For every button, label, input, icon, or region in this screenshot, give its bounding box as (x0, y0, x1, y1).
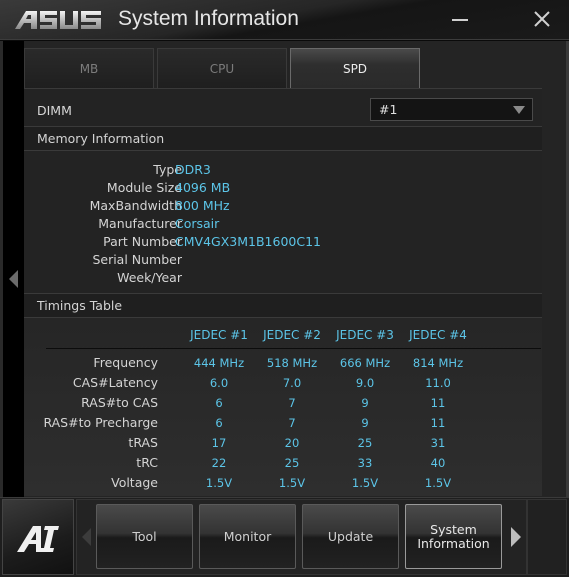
info-key: Module Size (106, 180, 182, 195)
timing-cell: 40 (430, 456, 446, 470)
timing-cell: 25 (357, 436, 373, 450)
timing-cell: 6 (215, 396, 223, 410)
column-header: JEDEC #4 (409, 328, 467, 342)
timing-row-label: Voltage (111, 475, 158, 490)
info-row-module-size: Module Size 4096 MB (24, 180, 542, 198)
info-row-serial-number: Serial Number (24, 252, 542, 270)
dimm-selected-value: #1 (379, 102, 398, 117)
info-row-week-year: Week/Year (24, 270, 542, 288)
timing-cell: 31 (430, 436, 446, 450)
column-header: JEDEC #2 (263, 328, 321, 342)
timing-cell: 9 (361, 416, 369, 430)
asus-logo (15, 11, 101, 29)
memory-information-title: Memory Information (37, 131, 165, 146)
scroll-right-arrow-icon[interactable] (511, 527, 521, 547)
monitor-button[interactable]: Monitor (199, 504, 296, 569)
ai-suite-button[interactable] (2, 499, 74, 575)
timings-table-title: Timings Table (37, 298, 123, 313)
dimm-select[interactable]: #1 (370, 98, 533, 121)
dimm-label: DIMM (37, 103, 72, 118)
timing-cell: 17 (211, 436, 227, 450)
timing-cell: 11 (430, 396, 446, 410)
ai-suite-logo-icon (17, 526, 59, 552)
timing-row-label: RAS#to CAS (81, 395, 158, 410)
info-value: Corsair (175, 216, 220, 231)
timings-table-header: Timings Table (24, 293, 542, 318)
tab-spd[interactable]: SPD (290, 48, 420, 89)
right-panel-box (527, 499, 567, 575)
column-header: JEDEC #1 (190, 328, 248, 342)
tab-cpu[interactable]: CPU (157, 48, 287, 88)
window-title: System Information (118, 7, 299, 30)
timing-cell: 11 (430, 416, 446, 430)
timing-cell: 9 (361, 396, 369, 410)
memory-information-body: Type DDR3 Module Size 4096 MB MaxBandwid… (24, 151, 542, 293)
timing-cell: 7.0 (282, 376, 302, 390)
timing-cell: 518 MHz (266, 356, 318, 370)
system-information-button[interactable]: System Information (405, 504, 502, 569)
tool-button[interactable]: Tool (96, 504, 193, 569)
timing-row-label: RAS#to Precharge (43, 415, 158, 430)
system-information-label: System Information (417, 521, 490, 551)
close-icon (534, 11, 550, 27)
timing-cell: 1.5V (351, 476, 379, 490)
timing-cell: 22 (211, 456, 227, 470)
column-header: JEDEC #3 (336, 328, 394, 342)
minimize-icon (452, 19, 468, 21)
tab-mb[interactable]: MB (24, 48, 154, 88)
timing-cell: 9.0 (355, 376, 375, 390)
info-key: Serial Number (92, 252, 182, 267)
title-bar: System Information (0, 0, 569, 40)
info-value: 4096 MB (175, 180, 231, 195)
timing-cell: 444 MHz (193, 356, 245, 370)
timing-cell: 33 (357, 456, 373, 470)
timing-cell: 1.5V (278, 476, 306, 490)
info-row-type: Type DDR3 (24, 162, 542, 180)
timing-row-label: Frequency (93, 355, 158, 370)
info-key: Week/Year (117, 270, 182, 285)
info-value: DDR3 (175, 162, 211, 177)
info-value: CMV4GX3M1B1600C11 (175, 234, 321, 249)
timing-row-label: tRAS (128, 435, 158, 450)
table-divider (46, 348, 541, 349)
close-button[interactable] (529, 6, 555, 32)
scroll-left-arrow-icon[interactable] (82, 528, 91, 546)
timing-cell: 6 (215, 416, 223, 430)
timing-cell: 20 (284, 436, 300, 450)
timing-cell: 1.5V (424, 476, 452, 490)
timing-cell: 7 (288, 396, 296, 410)
collapse-left-arrow-icon[interactable] (9, 270, 18, 288)
info-row-part-number: Part Number CMV4GX3M1B1600C11 (24, 234, 542, 252)
info-key: Part Number (103, 234, 182, 249)
timing-cell: 814 MHz (412, 356, 464, 370)
update-button[interactable]: Update (302, 504, 399, 569)
timing-cell: 1.5V (205, 476, 233, 490)
info-row-manufacturer: Manufacturer Corsair (24, 216, 542, 234)
info-key: MaxBandwidth (89, 198, 182, 213)
timing-cell: 666 MHz (339, 356, 391, 370)
left-rail (0, 41, 24, 497)
timing-row-label: CAS#Latency (72, 375, 158, 390)
info-value: 800 MHz (175, 198, 230, 213)
info-key: Manufacturer (98, 216, 182, 231)
info-row-max-bandwidth: MaxBandwidth 800 MHz (24, 198, 542, 216)
timing-row-label: tRC (136, 455, 158, 470)
timing-cell: 6.0 (209, 376, 229, 390)
minimize-button[interactable] (447, 6, 473, 32)
timing-cell: 11.0 (425, 376, 451, 390)
timing-cell: 7 (288, 416, 296, 430)
timing-cell: 25 (284, 456, 300, 470)
chevron-down-icon (513, 106, 525, 114)
memory-information-header: Memory Information (24, 126, 542, 151)
